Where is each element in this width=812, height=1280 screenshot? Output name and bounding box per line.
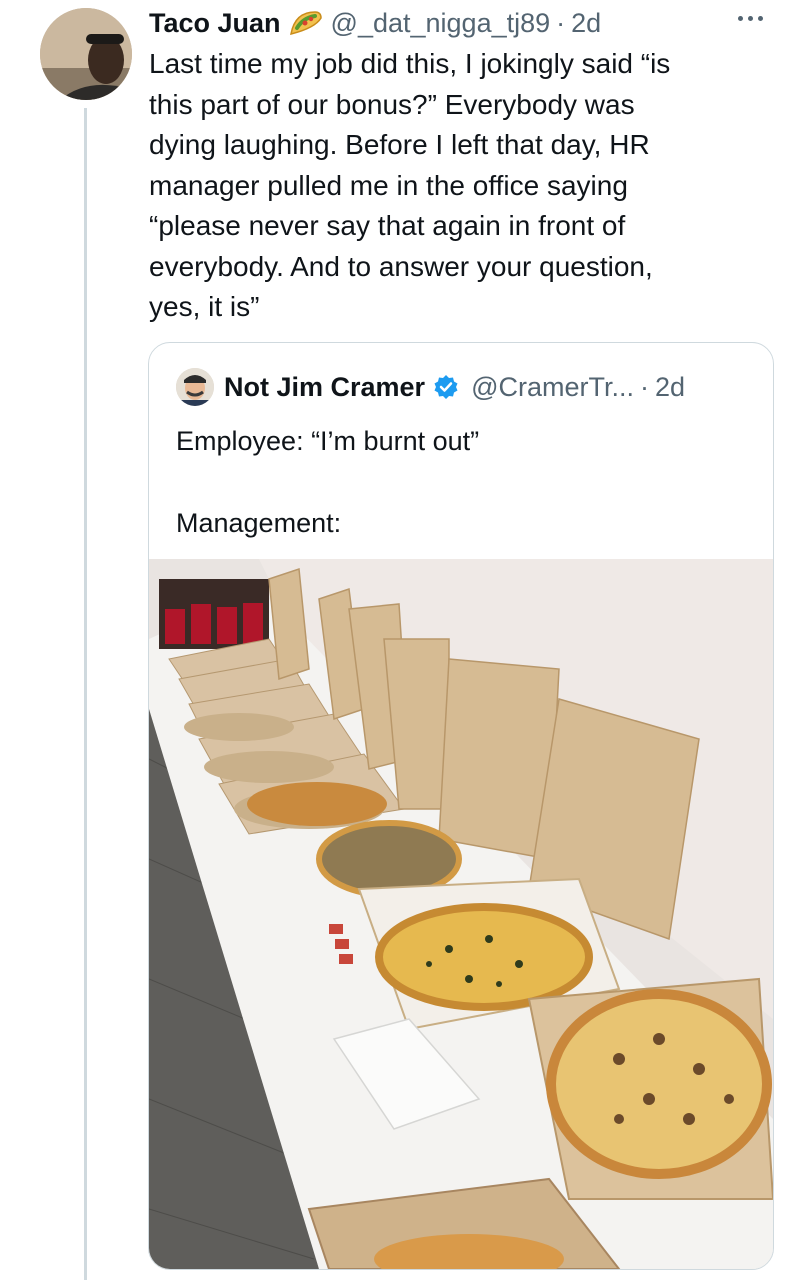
verified-badge-icon <box>433 374 459 400</box>
quoted-tweet-card[interactable]: Not Jim Cramer @CramerTr... · 2d Employe… <box>148 342 774 1270</box>
quoted-author-handle[interactable]: @CramerTr... <box>471 372 634 403</box>
tweet-timestamp[interactable]: 2d <box>571 8 601 39</box>
quoted-author-name[interactable]: Not Jim Cramer <box>224 372 425 403</box>
author-handle[interactable]: @_dat_nigga_tj89 <box>331 8 551 39</box>
tweet-header: Taco Juan @_dat_nigga_tj89 · 2d <box>149 6 601 40</box>
quoted-separator-dot: · <box>640 371 649 402</box>
quoted-author-avatar <box>176 368 214 406</box>
tweet-text: Last time my job did this, I jokingly sa… <box>149 48 671 322</box>
taco-icon <box>289 8 323 38</box>
more-horizontal-icon[interactable] <box>738 8 772 28</box>
quoted-tweet-header: Not Jim Cramer @CramerTr... · 2d <box>176 368 685 406</box>
author-name[interactable]: Taco Juan <box>149 8 281 39</box>
separator-dot: · <box>556 7 566 38</box>
quoted-tweet-photo[interactable] <box>149 559 773 1269</box>
quoted-tweet-text: Employee: “I’m burnt out” Management: <box>176 426 480 538</box>
author-avatar[interactable] <box>40 8 132 100</box>
quoted-timestamp[interactable]: 2d <box>655 372 685 403</box>
thread-connector-line <box>84 108 87 1280</box>
